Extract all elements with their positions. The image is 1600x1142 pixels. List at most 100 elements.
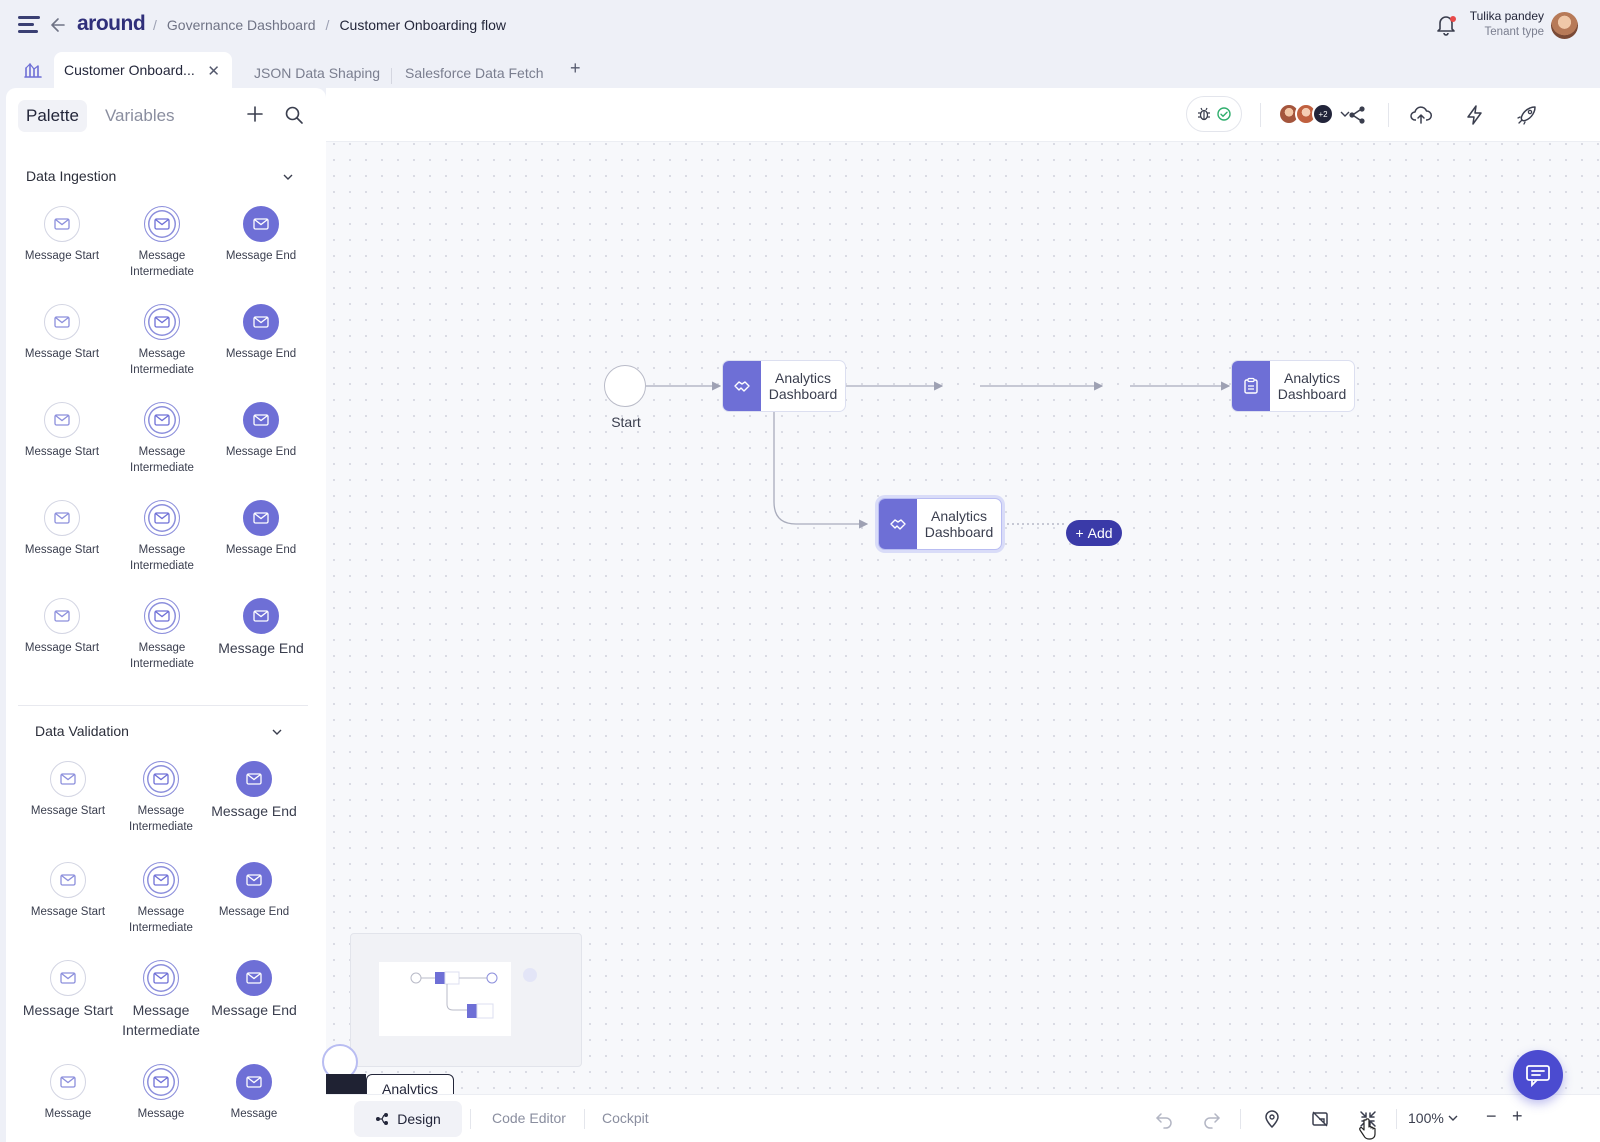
palette-item-end[interactable]: Message End [204, 761, 304, 821]
palette-item-end[interactable]: Message End [204, 862, 304, 920]
palette-item-start[interactable]: Message Start [18, 761, 118, 819]
palette-item-end[interactable]: Message End [211, 598, 311, 658]
tab-customer-onboarding[interactable]: Customer Onboard... ✕ [54, 52, 232, 88]
message-start-icon [50, 862, 86, 898]
palette-item-start[interactable]: Message Start [12, 304, 112, 362]
section-title[interactable]: Data Ingestion [26, 168, 116, 184]
zoom-value: 100% [1408, 1110, 1444, 1126]
palette-item-start[interactable]: Message Start [18, 862, 118, 920]
sidebar-tabs: Palette Variables [18, 100, 183, 132]
plus-icon[interactable] [246, 105, 264, 123]
chevron-down-icon[interactable] [282, 171, 294, 183]
palette-item-label: Message End [211, 803, 297, 819]
palette-item-end[interactable]: Message [204, 1064, 304, 1122]
palette-item-end[interactable]: Message End [204, 960, 304, 1020]
palette-item-end[interactable]: Message End [211, 206, 311, 264]
task-node-analytics-dashboard-selected[interactable]: Analytics Dashboard [878, 498, 1002, 550]
palette-item-inter[interactable]: Message Intermediate [112, 500, 212, 574]
user-info[interactable]: Tulika pandey Tenant type [1470, 9, 1544, 38]
task-node-analytics-dashboard[interactable]: Analytics Dashboard [1231, 360, 1355, 412]
logo[interactable]: around [77, 12, 146, 36]
tab-palette[interactable]: Palette [18, 100, 87, 132]
tab-salesforce-data-fetch[interactable]: Salesforce Data Fetch [405, 58, 544, 88]
menu-icon[interactable] [18, 16, 40, 34]
palette-item-end[interactable]: Message End [211, 304, 311, 362]
tab-code-editor[interactable]: Code Editor [492, 1110, 566, 1126]
start-label: Start [611, 414, 641, 430]
palette-item-label: Message [44, 1108, 92, 1120]
start-event-node[interactable] [604, 365, 646, 407]
palette-item-start[interactable]: Message Start [12, 500, 112, 558]
task-node-analytics-dashboard[interactable]: Analytics Dashboard [722, 360, 846, 412]
flow-canvas[interactable]: +2 Start Analytics Dashboard Analytics D… [322, 88, 1600, 1142]
minimap-preview [410, 971, 498, 1019]
palette-item-inter[interactable]: Message Intermediate [112, 402, 212, 476]
palette-item-label: Message [137, 1108, 185, 1120]
message-end-icon [236, 761, 272, 797]
message-intermediate-icon [144, 402, 180, 438]
palette-item-label: Message Intermediate [130, 544, 194, 572]
bottom-divider [1240, 1109, 1241, 1129]
analytics-icon[interactable] [24, 60, 42, 78]
tab-cockpit[interactable]: Cockpit [602, 1110, 649, 1126]
design-label: Design [397, 1111, 441, 1127]
zoom-select[interactable]: 100% [1408, 1110, 1458, 1126]
bottom-divider [1396, 1109, 1397, 1129]
avatar[interactable] [1551, 12, 1578, 39]
tab-json-data-shaping[interactable]: JSON Data Shaping [254, 58, 380, 88]
palette-item-inter[interactable]: Message Intermediate [112, 598, 212, 672]
tab-variables[interactable]: Variables [97, 100, 183, 132]
minimap[interactable] [350, 933, 582, 1067]
palette-item-label: Message End [225, 250, 297, 262]
message-intermediate-icon [143, 761, 179, 797]
zoom-out-button[interactable]: − [1486, 1106, 1497, 1127]
search-icon[interactable] [284, 105, 304, 125]
section-title[interactable]: Data Validation [35, 723, 129, 739]
palette-item-inter[interactable]: Message Intermediate [111, 960, 211, 1040]
zoom-in-button[interactable]: + [1512, 1106, 1523, 1127]
location-pin-icon[interactable] [1262, 1109, 1282, 1129]
message-start-icon [44, 206, 80, 242]
breadcrumb-governance[interactable]: Governance Dashboard [167, 17, 316, 33]
chevron-down-icon[interactable] [271, 726, 283, 738]
palette-item-start[interactable]: Message Start [12, 598, 112, 656]
palette-item-inter[interactable]: Message Intermediate [111, 761, 211, 835]
add-node-button[interactable]: + Add [1066, 520, 1122, 546]
palette-item-label: Message End [225, 446, 297, 458]
minimap-viewport[interactable] [379, 962, 511, 1036]
palette-item-start[interactable]: Message Start [12, 402, 112, 460]
palette-item-label: Message Intermediate [129, 906, 193, 934]
message-end-icon [236, 1064, 272, 1100]
palette-item-label: Message Intermediate [130, 348, 194, 376]
user-name: Tulika pandey [1469, 9, 1544, 23]
palette-item-label: Message [230, 1108, 278, 1120]
palette-item-inter[interactable]: Message [111, 1064, 211, 1122]
message-start-icon [50, 960, 86, 996]
palette-item-inter[interactable]: Message Intermediate [112, 206, 212, 280]
redo-icon[interactable] [1202, 1109, 1222, 1129]
message-end-icon [243, 598, 279, 634]
close-icon[interactable]: ✕ [207, 62, 220, 80]
minimap-toggle-icon[interactable] [1310, 1109, 1330, 1129]
message-end-icon [243, 304, 279, 340]
palette-item-inter[interactable]: Message Intermediate [112, 304, 212, 378]
palette-item-inter[interactable]: Message Intermediate [111, 862, 211, 936]
connector[interactable] [773, 412, 869, 529]
palette-item-label: Message End [211, 1002, 297, 1018]
message-end-icon [243, 402, 279, 438]
palette-item-start[interactable]: Message Start [18, 960, 118, 1020]
task-label: Analytics Dashboard [1277, 370, 1347, 402]
tab-label: JSON Data Shaping [254, 65, 381, 81]
palette-item-start[interactable]: Message Start [12, 206, 112, 264]
message-intermediate-icon [144, 304, 180, 340]
add-tab-icon[interactable]: + [570, 58, 581, 79]
back-arrow-icon[interactable] [50, 15, 66, 35]
tab-design[interactable]: Design [354, 1101, 462, 1137]
chat-button[interactable] [1513, 1050, 1563, 1100]
undo-icon[interactable] [1154, 1109, 1174, 1129]
palette-item-end[interactable]: Message End [211, 500, 311, 558]
palette-item-end[interactable]: Message End [211, 402, 311, 460]
palette-item-start[interactable]: Message [18, 1064, 118, 1122]
palette-item-label: Message Start [22, 1002, 114, 1018]
tab-label: Customer Onboard... [64, 62, 195, 78]
